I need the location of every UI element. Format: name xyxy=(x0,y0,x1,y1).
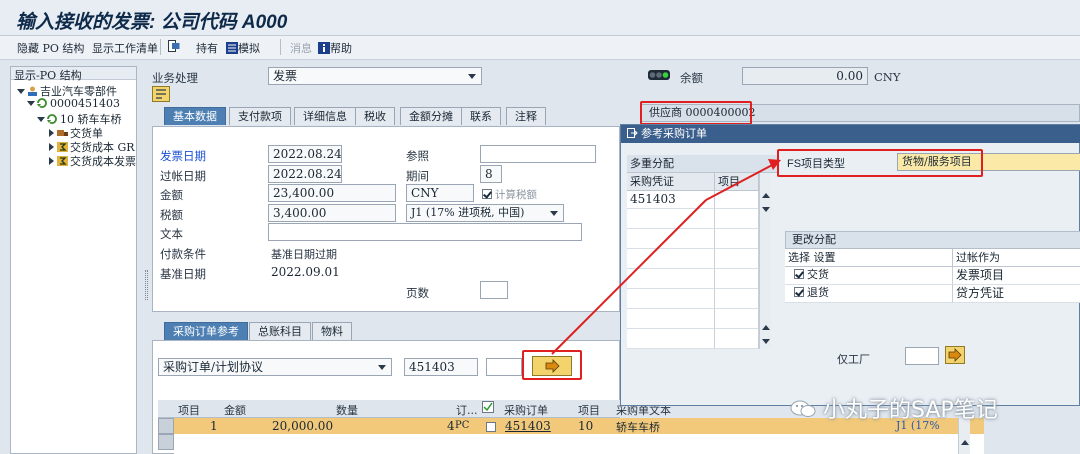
annotation-arrow-line xyxy=(705,162,777,201)
watermark-text: 小丸子的SAP笔记 xyxy=(823,398,998,423)
annotation-arrowhead xyxy=(768,159,781,170)
annotation-arrow-line xyxy=(551,199,707,355)
wechat-icon xyxy=(790,400,816,417)
annotation-arrows xyxy=(551,159,781,355)
watermark: 小丸子的SAP笔记 xyxy=(790,392,998,424)
